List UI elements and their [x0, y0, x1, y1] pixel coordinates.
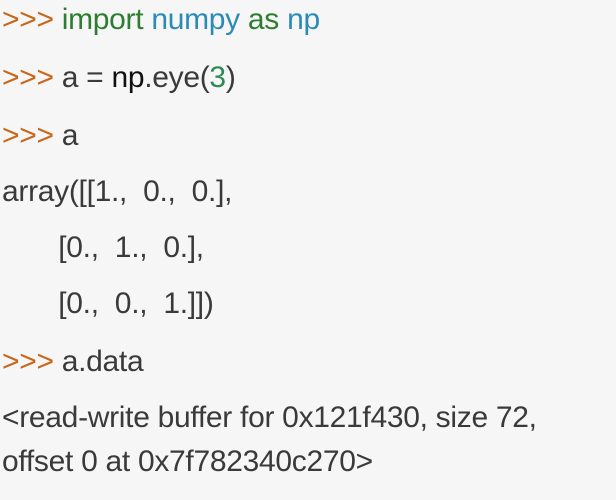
function-call: .eye(: [144, 61, 210, 94]
variable-name: a: [61, 61, 79, 94]
output-row-2: [0., 1., 0.],: [2, 231, 204, 264]
input-line-eye: >>> a = np.eye(3): [2, 60, 236, 96]
output-row-1: array([[1., 0., 0.],: [2, 175, 233, 208]
expression: a.data: [61, 345, 144, 378]
call-close: ): [225, 61, 236, 94]
output-row-3: [0., 0., 1.]]): [2, 287, 214, 320]
module-name: numpy: [151, 3, 240, 36]
module-alias: np: [287, 3, 320, 36]
keyword-as: as: [247, 3, 280, 36]
assign-operator: =: [86, 61, 104, 94]
input-line-import: >>> import numpy as np: [2, 2, 320, 38]
input-line-a: >>> a: [2, 118, 78, 154]
prompt: >>>: [2, 119, 54, 152]
prompt: >>>: [2, 61, 54, 94]
module-ref: np: [111, 61, 145, 94]
prompt: >>>: [2, 345, 54, 378]
numeric-argument: 3: [209, 61, 226, 94]
python-console[interactable]: >>> import numpy as np >>> a = np.eye(3)…: [0, 0, 616, 500]
result-line-2: offset 0 at 0x7f782340c270>: [2, 445, 373, 478]
expression: a: [61, 119, 79, 152]
prompt: >>>: [2, 3, 54, 36]
input-line-data: >>> a.data: [2, 344, 144, 380]
keyword-import: import: [61, 3, 144, 36]
result-line-1: <read-write buffer for 0x121f430, size 7…: [2, 401, 537, 434]
